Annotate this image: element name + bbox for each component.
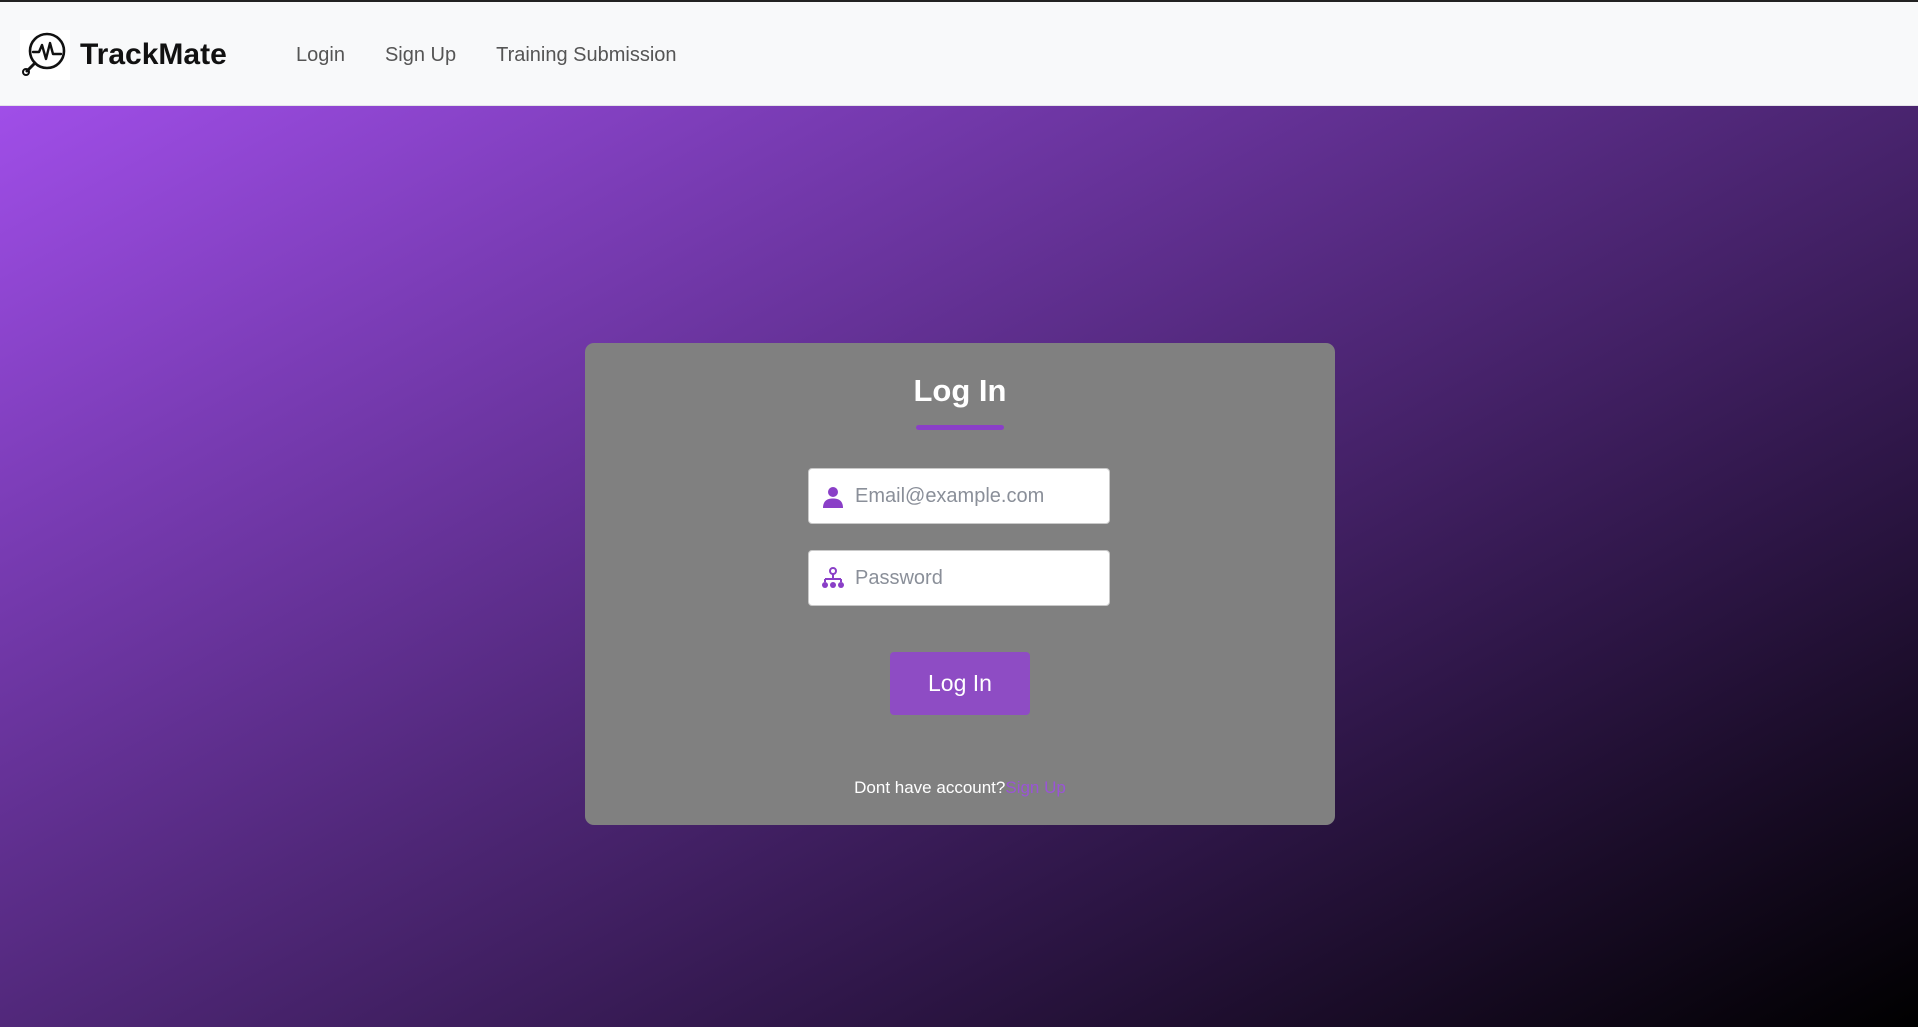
title-underline	[916, 425, 1004, 430]
nav-link-training-submission[interactable]: Training Submission	[496, 44, 676, 67]
login-button[interactable]: Log In	[890, 652, 1030, 715]
email-input[interactable]	[855, 469, 1101, 523]
signup-link[interactable]: Sign Up	[1005, 778, 1065, 797]
nav-link-login[interactable]: Login	[296, 44, 345, 67]
password-input[interactable]	[855, 551, 1101, 605]
heartbeat-magnifier-icon	[20, 30, 70, 80]
password-field-wrapper	[808, 550, 1110, 606]
login-card: Log In Log In Dont have account	[585, 343, 1335, 825]
navbar: TrackMate Login Sign Up Training Submiss…	[0, 2, 1918, 106]
no-account-text: Dont have account?	[854, 778, 1006, 797]
brand-name: TrackMate	[80, 38, 227, 71]
email-field-wrapper	[808, 468, 1110, 524]
network-icon	[822, 567, 844, 588]
signup-prompt: Dont have account?Sign Up	[585, 778, 1335, 798]
nav-links: Login Sign Up Training Submission	[296, 42, 717, 68]
nav-link-signup[interactable]: Sign Up	[385, 44, 456, 67]
hero-background: Log In Log In Dont have account	[0, 106, 1918, 1027]
login-title: Log In	[913, 373, 1007, 408]
brand[interactable]: TrackMate	[20, 30, 227, 80]
user-icon	[823, 487, 843, 508]
